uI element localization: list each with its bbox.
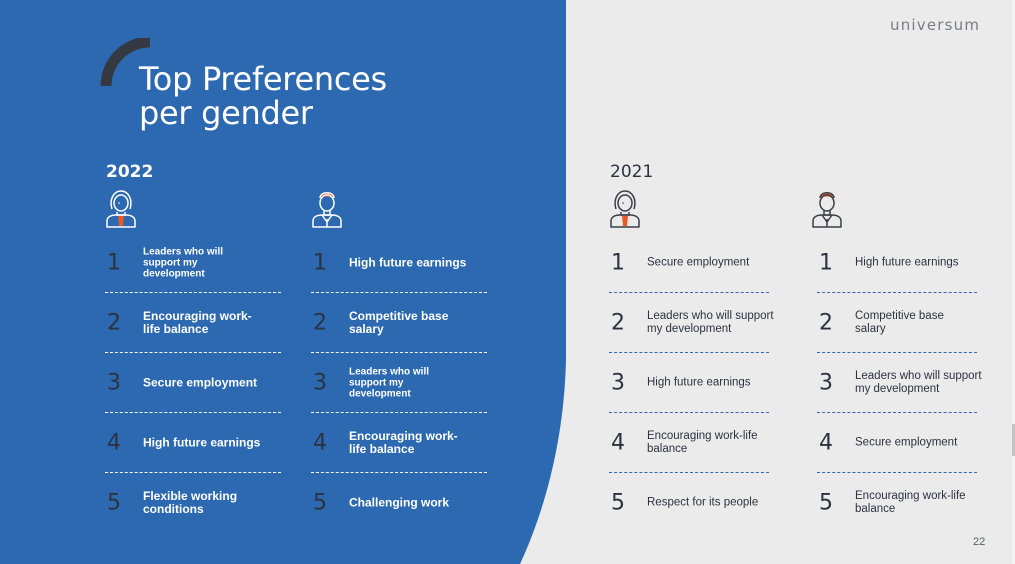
list-item: 3 Secure employment xyxy=(105,353,281,413)
list-item: 1 High future earnings xyxy=(311,233,487,293)
preference-label: Leaders who will support my development xyxy=(855,370,982,395)
preference-label: Respect for its people xyxy=(647,496,759,509)
title-line-2: per gender xyxy=(139,94,313,132)
rank-number: 3 xyxy=(313,370,327,396)
preference-label: Encouraging work-life balance xyxy=(647,430,758,455)
preference-label: Secure employment xyxy=(855,436,958,449)
list-item: 5 Challenging work xyxy=(311,473,487,533)
preference-label: Competitive base salary xyxy=(855,310,944,335)
female-avatar-icon xyxy=(610,190,640,228)
preference-label: Leaders who will support my development xyxy=(647,310,774,335)
list-item: 5 Encouraging work-life balance xyxy=(817,473,977,533)
rank-number: 5 xyxy=(107,490,121,516)
preference-label: Encouraging work-life balance xyxy=(855,490,966,515)
list-item: 1 High future earnings xyxy=(817,233,977,293)
preference-list-2021-female: 1 Secure employment 2 Leaders who will s… xyxy=(609,233,774,533)
preference-list-2021-male: 1 High future earnings 2 Competitive bas… xyxy=(817,233,982,533)
preference-label: Secure employment xyxy=(647,256,750,269)
rank-number: 5 xyxy=(611,490,625,516)
list-item: 4 Encouraging work-life balance xyxy=(311,413,487,473)
preference-list-2022-male: 1 High future earnings 2 Competitive bas… xyxy=(311,233,487,533)
page-number: 22 xyxy=(973,536,986,548)
list-item: 3 High future earnings xyxy=(609,353,769,413)
list-item: 2 Competitive base salary xyxy=(311,293,487,353)
male-avatar-icon xyxy=(812,192,842,228)
preference-label: Encouraging work-life balance xyxy=(143,309,252,336)
preference-label: High future earnings xyxy=(855,256,959,269)
universum-logo: universum xyxy=(890,16,981,34)
list-item: 1 Leaders who will support my developmen… xyxy=(105,233,281,293)
rank-number: 4 xyxy=(611,430,625,456)
rank-number: 4 xyxy=(313,430,327,456)
list-item: 3 Leaders who will support my developmen… xyxy=(817,353,982,413)
female-avatar-icon xyxy=(106,190,136,228)
list-item: 1 Secure employment xyxy=(609,233,769,293)
list-item: 5 Respect for its people xyxy=(609,473,769,533)
page-title: Top Preferences per gender xyxy=(139,62,387,130)
rank-number: 1 xyxy=(819,250,833,276)
preference-label: Leaders who will support my development xyxy=(349,366,430,400)
rank-number: 1 xyxy=(611,250,625,276)
preference-label: High future earnings xyxy=(349,255,467,270)
list-item: 4 Secure employment xyxy=(817,413,977,473)
rank-number: 2 xyxy=(611,310,625,336)
rank-number: 2 xyxy=(107,310,121,336)
year-label-2022: 2022 xyxy=(106,162,154,182)
preference-label: Competitive base salary xyxy=(349,309,449,336)
rank-number: 1 xyxy=(313,250,327,276)
preference-list-2022-female: 1 Leaders who will support my developmen… xyxy=(105,233,281,533)
rank-number: 3 xyxy=(611,370,625,396)
list-item: 5 Flexible working conditions xyxy=(105,473,281,533)
rank-number: 2 xyxy=(313,310,327,336)
preference-label: High future earnings xyxy=(143,435,261,450)
list-item: 2 Leaders who will support my developmen… xyxy=(609,293,774,353)
preference-label: Secure employment xyxy=(143,375,258,390)
list-item: 3 Leaders who will support my developmen… xyxy=(311,353,487,413)
preference-label: Flexible working conditions xyxy=(143,489,238,516)
rank-number: 4 xyxy=(819,430,833,456)
list-item: 4 Encouraging work-life balance xyxy=(609,413,769,473)
rank-number: 3 xyxy=(107,370,121,396)
list-item: 4 High future earnings xyxy=(105,413,281,473)
preference-label: Leaders who will support my development xyxy=(143,246,224,280)
rank-number: 2 xyxy=(819,310,833,336)
list-item: 2 Competitive base salary xyxy=(817,293,977,353)
rank-number: 1 xyxy=(107,250,121,276)
rank-number: 5 xyxy=(819,490,833,516)
rank-number: 3 xyxy=(819,370,833,396)
male-avatar-icon xyxy=(312,192,342,228)
preference-label: Encouraging work-life balance xyxy=(349,429,458,456)
rank-number: 5 xyxy=(313,490,327,516)
rank-number: 4 xyxy=(107,430,121,456)
title-line-1: Top Preferences xyxy=(139,60,387,98)
list-item: 2 Encouraging work-life balance xyxy=(105,293,281,353)
year-label-2021: 2021 xyxy=(610,162,654,182)
preference-label: High future earnings xyxy=(647,376,751,389)
preference-label: Challenging work xyxy=(349,495,450,510)
